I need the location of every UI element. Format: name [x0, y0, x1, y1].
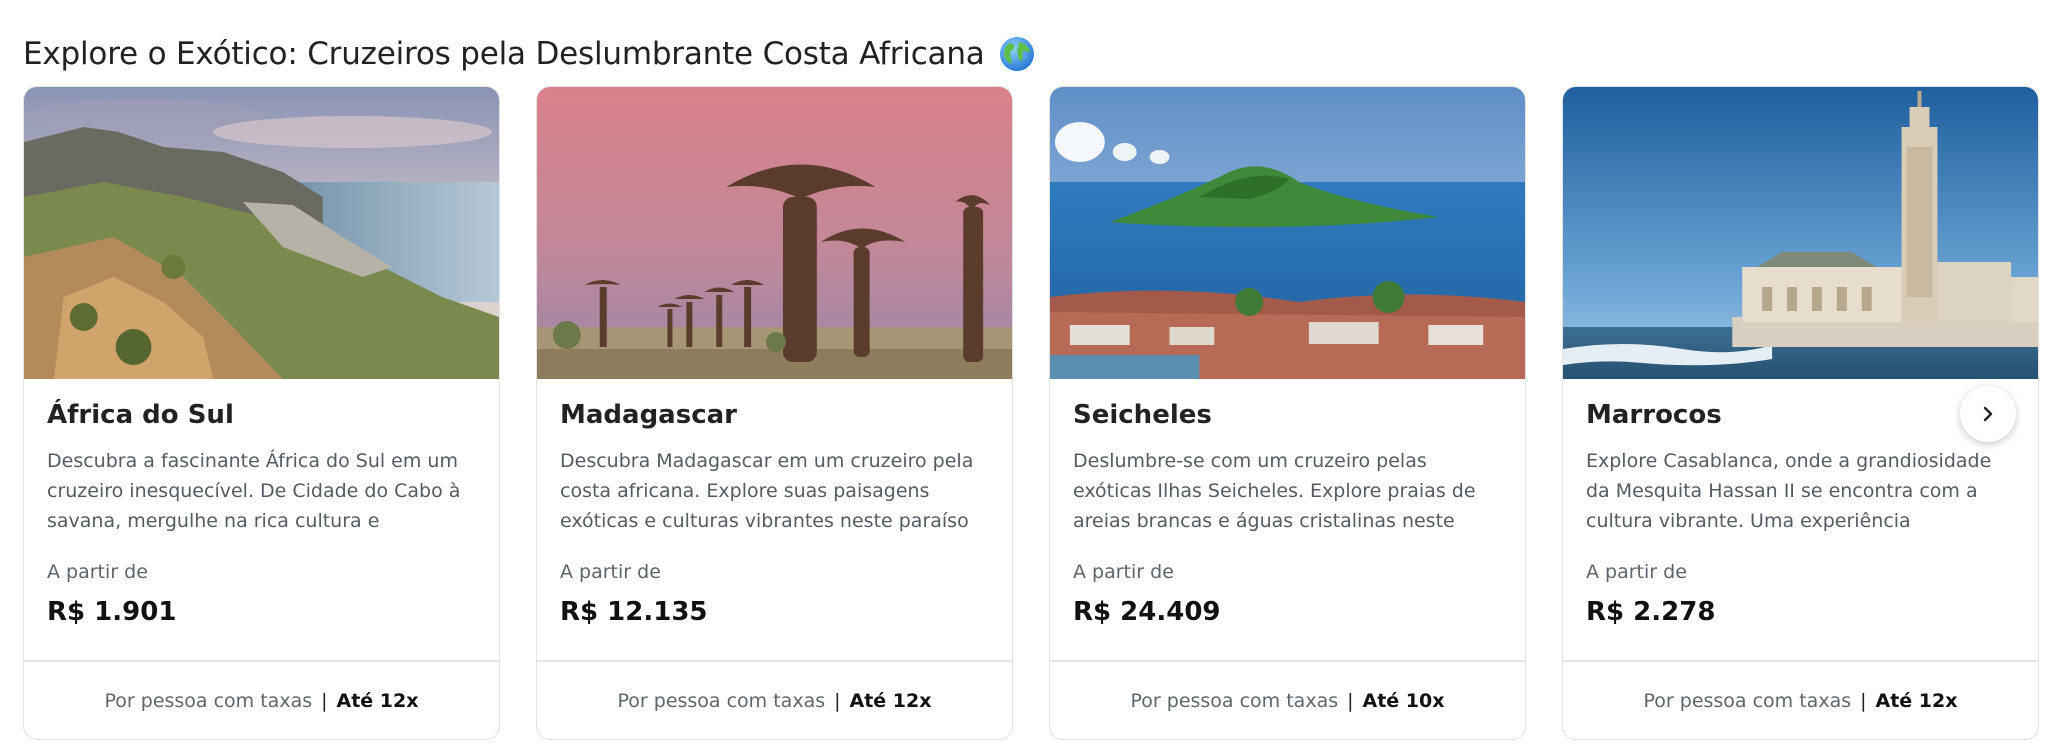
price-from-label: A partir de	[1073, 561, 1174, 583]
card-title: Marrocos	[1586, 400, 1722, 430]
installments: Até 12x	[849, 690, 932, 712]
card-image-madagascar	[537, 87, 1012, 379]
section-title: Explore o Exótico: Cruzeiros pela Deslum…	[23, 36, 985, 72]
card-price: R$ 24.409	[1073, 597, 1221, 627]
destination-card[interactable]: Seicheles Deslumbre-se com um cruzeiro p…	[1049, 86, 1526, 740]
card-description: Explore Casablanca, onde a grandiosidade…	[1586, 450, 1992, 532]
destination-card[interactable]: Madagascar Descubra Madagascar em um cru…	[536, 86, 1013, 740]
globe-icon	[999, 37, 1034, 71]
price-note: Por pessoa com taxas	[1130, 690, 1339, 712]
price-from-label: A partir de	[1586, 561, 1687, 583]
price-note: Por pessoa com taxas	[1643, 690, 1852, 712]
card-description: Deslumbre-se com um cruzeiro pelas exóti…	[1073, 450, 1476, 532]
card-footer: Por pessoa com taxas | Até 12x	[24, 661, 499, 739]
price-note: Por pessoa com taxas	[617, 690, 826, 712]
price-from-label: A partir de	[560, 561, 661, 583]
card-footer: Por pessoa com taxas | Até 12x	[537, 661, 1012, 739]
card-description: Descubra a fascinante África do Sul em u…	[47, 450, 461, 532]
card-price: R$ 12.135	[560, 597, 708, 627]
card-price: R$ 2.278	[1586, 597, 1716, 627]
card-title: Seicheles	[1073, 400, 1212, 430]
card-footer: Por pessoa com taxas | Até 10x	[1050, 661, 1525, 739]
card-footer: Por pessoa com taxas | Até 12x	[1563, 661, 2038, 739]
carousel-next-button[interactable]	[1960, 386, 2016, 442]
card-title: África do Sul	[47, 400, 234, 430]
chevron-right-icon	[1983, 406, 1993, 422]
installments: Até 12x	[336, 690, 419, 712]
footer-separator: |	[834, 690, 841, 712]
price-from-label: A partir de	[47, 561, 148, 583]
installments: Até 10x	[1362, 690, 1445, 712]
footer-separator: |	[321, 690, 328, 712]
card-image-seychelles	[1050, 87, 1525, 379]
destination-card[interactable]: África do Sul Descubra a fascinante Áfri…	[23, 86, 500, 740]
installments: Até 12x	[1875, 690, 1958, 712]
card-image-south-africa	[24, 87, 499, 379]
footer-separator: |	[1860, 690, 1867, 712]
card-price: R$ 1.901	[47, 597, 177, 627]
section-header: Explore o Exótico: Cruzeiros pela Deslum…	[23, 30, 1035, 78]
card-title: Madagascar	[560, 400, 737, 430]
card-description: Descubra Madagascar em um cruzeiro pela …	[560, 450, 974, 532]
price-note: Por pessoa com taxas	[104, 690, 313, 712]
card-image-morocco	[1563, 87, 2038, 379]
footer-separator: |	[1347, 690, 1354, 712]
